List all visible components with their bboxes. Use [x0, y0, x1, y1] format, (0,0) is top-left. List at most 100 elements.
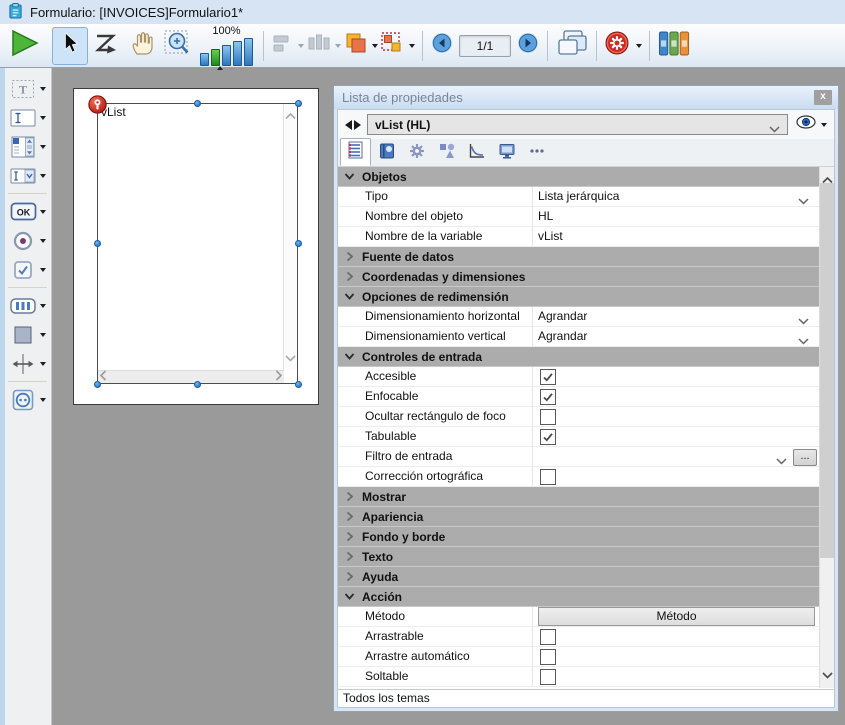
- tool-button-grid[interactable]: [6, 291, 49, 320]
- property-value[interactable]: HL: [538, 207, 553, 226]
- zoom-bar-200[interactable]: [222, 45, 231, 66]
- tool-static-text[interactable]: T: [6, 74, 49, 103]
- checkbox-checked[interactable]: [540, 369, 556, 385]
- zoom-level-control[interactable]: 100%: [200, 26, 253, 66]
- zoom-bars[interactable]: [200, 38, 253, 66]
- panel-scrollbar[interactable]: [819, 167, 834, 688]
- checkbox-checked[interactable]: [540, 429, 556, 445]
- manage-levels-button[interactable]: [343, 31, 378, 60]
- group-header-coordenadas-y-dimensiones[interactable]: Coordenadas y dimensiones: [338, 267, 819, 287]
- tab-gear[interactable]: [402, 140, 431, 166]
- next-object-button[interactable]: [354, 120, 361, 130]
- property-value[interactable]: Lista jerárquica: [538, 187, 619, 206]
- close-button[interactable]: x: [814, 90, 832, 105]
- tab-chart[interactable]: [462, 140, 491, 166]
- previous-object-button[interactable]: [345, 120, 352, 130]
- object-method-button[interactable]: [604, 30, 642, 61]
- scroll-down-icon[interactable]: [822, 666, 833, 684]
- property-value[interactable]: Agrandar: [538, 307, 587, 326]
- scroll-right-icon[interactable]: [275, 368, 282, 386]
- checkbox-unchecked[interactable]: [540, 629, 556, 645]
- group-header-controles-de-entrada[interactable]: Controles de entrada: [338, 347, 819, 367]
- selection-handle[interactable]: [94, 240, 101, 247]
- chevron-down-icon[interactable]: [40, 362, 46, 366]
- next-page-button[interactable]: [515, 27, 541, 65]
- chevron-down-icon[interactable]: [798, 194, 809, 208]
- group-header-texto[interactable]: Texto: [338, 547, 819, 567]
- scroll-up-icon[interactable]: [285, 107, 296, 125]
- selection-handle[interactable]: [295, 240, 302, 247]
- checkbox-checked[interactable]: [540, 389, 556, 405]
- ellipsis-button[interactable]: ...: [793, 449, 817, 466]
- group-header-objetos[interactable]: Objetos: [338, 167, 819, 187]
- checkbox-unchecked[interactable]: [540, 669, 556, 685]
- tool-splitter[interactable]: [6, 349, 49, 378]
- previous-page-button[interactable]: [429, 27, 455, 65]
- checkbox-unchecked[interactable]: [540, 469, 556, 485]
- tool-radio-button[interactable]: [6, 226, 49, 255]
- tab-more[interactable]: [522, 140, 551, 166]
- chevron-down-icon[interactable]: [40, 304, 46, 308]
- chevron-down-icon[interactable]: [40, 116, 46, 120]
- form-pages-button[interactable]: [554, 27, 590, 65]
- group-header-apariencia[interactable]: Apariencia: [338, 507, 819, 527]
- group-header-fuente-de-datos[interactable]: Fuente de datos: [338, 247, 819, 267]
- property-value[interactable]: Agrandar: [538, 327, 587, 346]
- scroll-down-icon[interactable]: [285, 349, 296, 367]
- zoom-bar-100[interactable]: [211, 49, 220, 66]
- chevron-down-icon[interactable]: [776, 454, 787, 468]
- selection-handle[interactable]: [295, 100, 302, 107]
- tool-plugin-area[interactable]: [6, 385, 49, 414]
- selection-handle[interactable]: [295, 381, 302, 388]
- object-method-badge[interactable]: [88, 95, 107, 114]
- chevron-down-icon[interactable]: [335, 44, 341, 48]
- entry-order-tool-button[interactable]: [88, 27, 124, 65]
- object-selector-dropdown[interactable]: vList (HL): [367, 114, 788, 135]
- chevron-down-icon[interactable]: [40, 145, 46, 149]
- zoom-bar-400[interactable]: [233, 41, 242, 66]
- move-tool-button[interactable]: [124, 27, 160, 65]
- chevron-down-icon[interactable]: [40, 210, 46, 214]
- checkbox-unchecked[interactable]: [540, 409, 556, 425]
- selection-handle[interactable]: [194, 381, 201, 388]
- explorer-library-button[interactable]: [656, 27, 692, 65]
- tool-button[interactable]: OK: [6, 197, 49, 226]
- chevron-down-icon[interactable]: [798, 334, 809, 348]
- selection-handle[interactable]: [94, 381, 101, 388]
- selection-tool-button[interactable]: [52, 27, 88, 65]
- tool-list-box[interactable]: [6, 132, 49, 161]
- scrollbar-thumb[interactable]: [820, 183, 834, 558]
- selection-handle[interactable]: [194, 100, 201, 107]
- chevron-down-icon[interactable]: [798, 314, 809, 328]
- vlist-vertical-scrollbar[interactable]: [283, 104, 297, 370]
- distribute-objects-button[interactable]: [306, 32, 341, 59]
- chevron-down-icon[interactable]: [40, 398, 46, 402]
- tool-check-box[interactable]: [6, 255, 49, 284]
- chevron-down-icon[interactable]: [409, 44, 415, 48]
- tab-book[interactable]: [372, 140, 401, 166]
- chevron-down-icon[interactable]: [40, 268, 46, 272]
- checkbox-unchecked[interactable]: [540, 649, 556, 665]
- zoom-tool-button[interactable]: [160, 27, 196, 65]
- scroll-left-icon[interactable]: [100, 368, 107, 386]
- execute-form-button[interactable]: [6, 27, 42, 65]
- tool-rectangle[interactable]: [6, 320, 49, 349]
- group-objects-button[interactable]: [380, 31, 415, 60]
- tool-input-field[interactable]: [6, 103, 49, 132]
- zoom-bar-800[interactable]: [244, 38, 253, 66]
- chevron-down-icon[interactable]: [40, 87, 46, 91]
- tab-monitor[interactable]: [492, 140, 521, 166]
- panel-title-bar[interactable]: Lista de propiedades x: [334, 86, 838, 109]
- scroll-up-icon[interactable]: [822, 171, 833, 189]
- chevron-down-icon[interactable]: [298, 44, 304, 48]
- zoom-bar-50[interactable]: [200, 53, 209, 66]
- group-header-mostrar[interactable]: Mostrar: [338, 487, 819, 507]
- chevron-down-icon[interactable]: [40, 174, 46, 178]
- view-options-button[interactable]: [796, 115, 827, 134]
- chevron-down-icon[interactable]: [40, 333, 46, 337]
- group-header-fondo-y-borde[interactable]: Fondo y borde: [338, 527, 819, 547]
- tab-shapes[interactable]: [432, 140, 461, 166]
- tab-list[interactable]: [340, 138, 371, 166]
- group-header-ayuda[interactable]: Ayuda: [338, 567, 819, 587]
- chevron-down-icon[interactable]: [40, 239, 46, 243]
